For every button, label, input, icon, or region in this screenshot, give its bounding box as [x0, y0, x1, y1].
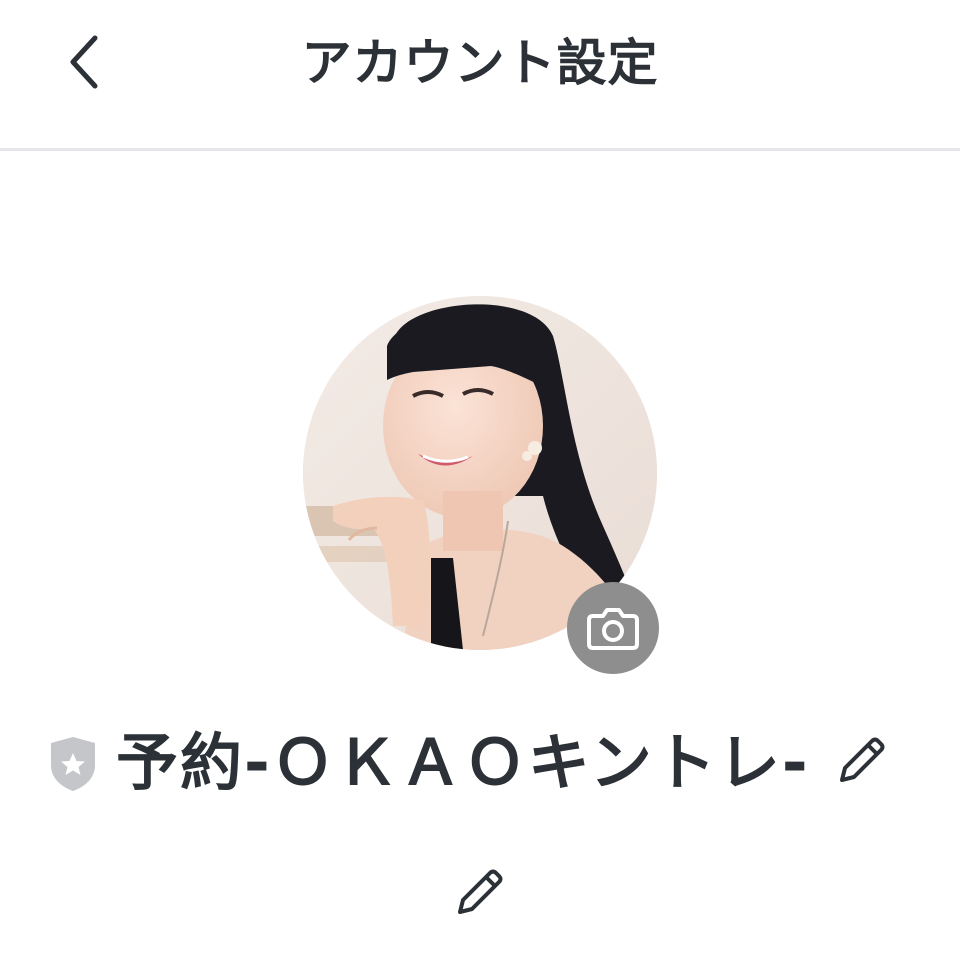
pencil-icon — [458, 869, 503, 914]
account-name-row: 予約-ＯＫＡＯキントレ- — [0, 718, 960, 808]
app-header: アカウント設定 — [0, 0, 960, 151]
account-name: 予約-ＯＫＡＯキントレ- — [116, 726, 810, 799]
change-photo-button[interactable] — [567, 582, 659, 674]
edit-name-button[interactable] — [832, 730, 892, 790]
avatar-container — [303, 296, 659, 674]
shield-star-icon — [51, 737, 95, 791]
camera-icon — [587, 608, 639, 650]
page-title: アカウント設定 — [301, 34, 659, 92]
edit-status-message-button[interactable] — [450, 862, 510, 922]
pencil-icon — [840, 737, 885, 782]
